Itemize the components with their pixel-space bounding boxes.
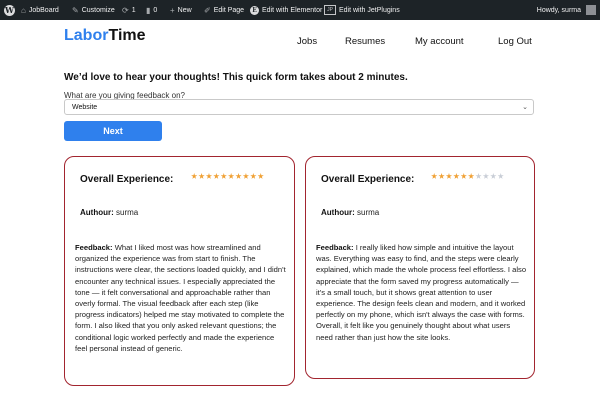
form-intro: We’d love to hear your thoughts! This qu… — [64, 72, 408, 83]
home-icon: ⌂ — [21, 5, 26, 15]
site-logo[interactable]: LaborTime — [64, 27, 146, 45]
pencil-icon: ✐ — [204, 5, 211, 15]
star-icon — [235, 173, 242, 179]
jetplugins-icon: JP — [324, 5, 336, 15]
star-icon — [213, 173, 220, 179]
edit-jetplugins-link[interactable]: JP Edit with JetPlugins — [324, 0, 400, 20]
star-icon — [468, 173, 475, 179]
updates-link[interactable]: ⟳ 1 — [122, 0, 136, 20]
next-button[interactable]: Next — [64, 121, 162, 141]
admin-bar: W ⌂ JobBoard ✎ Customize ⟳ 1 ▮ 0 + New ✐… — [0, 0, 600, 20]
star-icon — [497, 173, 504, 179]
card-title: Overall Experience: — [80, 174, 174, 185]
star-icon — [250, 173, 257, 179]
star-rating — [431, 173, 504, 179]
avatar — [586, 5, 596, 15]
star-icon — [490, 173, 497, 179]
feedback-subject-select[interactable]: Website ⌄ — [64, 99, 534, 115]
star-icon — [228, 173, 235, 179]
star-icon — [445, 173, 453, 179]
nav-log-out[interactable]: Log Out — [498, 36, 532, 47]
star-icon — [191, 173, 198, 179]
star-icon — [198, 173, 205, 179]
new-content-link[interactable]: + New — [170, 0, 192, 20]
edit-page-link[interactable]: ✐ Edit Page — [204, 0, 244, 20]
review-card: Overall Experience: Authour: surma Feedb… — [305, 156, 535, 379]
nav-jobs[interactable]: Jobs — [297, 36, 317, 47]
author-line: Authour: surma — [80, 208, 139, 217]
star-icon — [453, 173, 460, 179]
customize-link[interactable]: ✎ Customize — [72, 0, 115, 20]
star-rating — [191, 173, 264, 179]
elementor-icon: E — [250, 5, 259, 15]
wp-logo-menu[interactable]: W — [4, 0, 15, 20]
wordpress-icon: W — [4, 4, 15, 16]
refresh-icon: ⟳ — [122, 5, 129, 15]
star-icon — [220, 173, 227, 179]
star-icon — [431, 173, 438, 179]
brush-icon: ✎ — [72, 5, 79, 15]
review-card: Overall Experience: Authour: surma Feedb… — [64, 156, 295, 386]
site-name: JobBoard — [28, 6, 59, 14]
star-icon — [438, 173, 445, 179]
star-icon — [475, 173, 482, 179]
plus-icon: + — [170, 5, 175, 15]
star-icon — [257, 173, 264, 179]
my-account-menu[interactable]: Howdy, surma — [537, 0, 596, 20]
edit-elementor-link[interactable]: E Edit with Elementor — [250, 0, 322, 20]
feedback-text: Feedback: What I liked most was how stre… — [75, 243, 286, 353]
site-name-link[interactable]: ⌂ JobBoard — [21, 0, 59, 20]
card-title: Overall Experience: — [321, 174, 415, 185]
comments-link[interactable]: ▮ 0 — [146, 0, 157, 20]
star-icon — [482, 173, 489, 179]
feedback-text: Feedback: I really liked how simple and … — [316, 243, 527, 342]
star-icon — [242, 173, 249, 179]
nav-my-account[interactable]: My account — [415, 36, 464, 47]
comment-icon: ▮ — [146, 5, 151, 15]
nav-resumes[interactable]: Resumes — [345, 36, 385, 47]
star-icon — [460, 173, 467, 179]
chevron-down-icon: ⌄ — [522, 104, 528, 111]
selected-option: Website — [72, 103, 98, 111]
star-icon — [205, 173, 213, 179]
author-line: Authour: surma — [321, 208, 380, 217]
